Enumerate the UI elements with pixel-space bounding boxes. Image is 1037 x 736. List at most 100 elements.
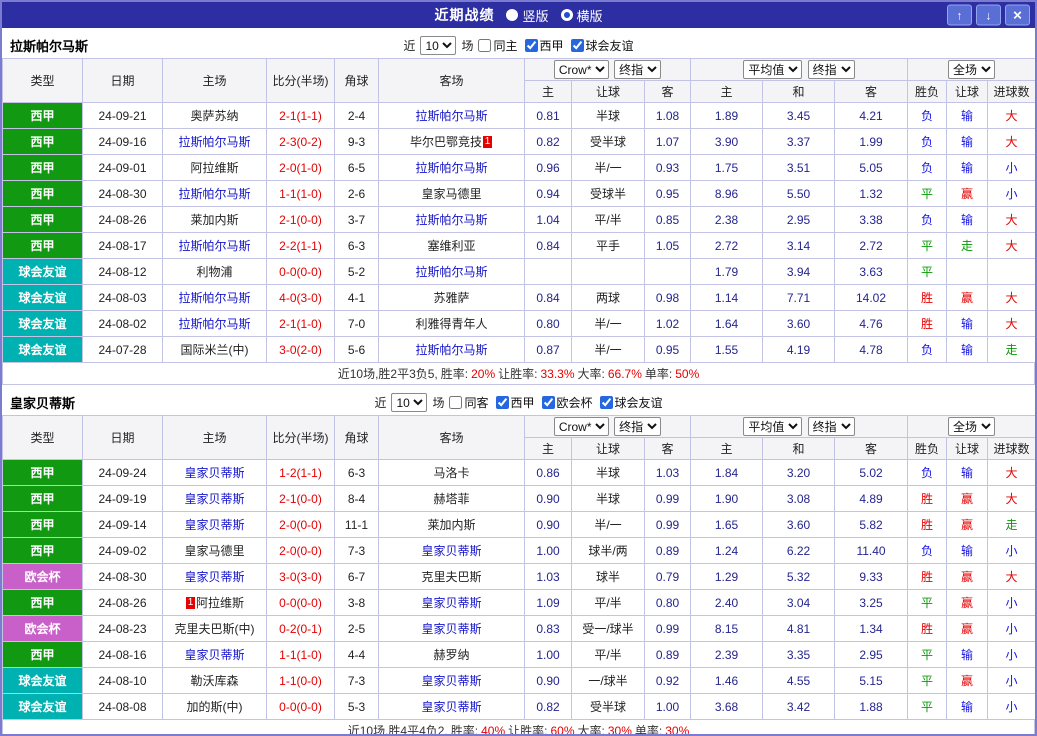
team-text: 皇家贝蒂斯 [184, 466, 244, 480]
results-table: 类型 日期 主场 比分(半场) 角球 客场 Crow* 终指 平均值 终指 [2, 58, 1036, 363]
bookmaker-select[interactable]: Crow* [554, 60, 609, 79]
match-type: 球会友谊 [3, 311, 83, 337]
odds-home: 1.00 [525, 642, 572, 668]
scope-select[interactable]: 全场 [948, 60, 995, 79]
sub-avg-away: 客 [835, 438, 908, 460]
odds-away: 0.80 [645, 590, 691, 616]
corner-score: 6-3 [335, 460, 379, 486]
handicap-result-cell: 输 [947, 103, 988, 129]
odds-home: 0.82 [525, 694, 572, 720]
team-name: 拉斯帕尔马斯 [10, 36, 88, 55]
scope-select[interactable]: 全场 [948, 417, 995, 436]
avg-home: 2.38 [691, 207, 763, 233]
checkbox-input[interactable] [571, 39, 584, 52]
col-corner: 角球 [335, 59, 379, 103]
avg-type-select[interactable]: 平均值 [743, 417, 802, 436]
match-score: 2-1(0-0) [267, 207, 335, 233]
away-team: 皇家贝蒂斯 [379, 694, 525, 720]
odds-stage-select[interactable]: 终指 [614, 60, 661, 79]
radio-label-vertical: 竖版 [522, 6, 548, 25]
odds-away: 0.98 [645, 285, 691, 311]
result-cell: 胜 [908, 512, 947, 538]
filter-checkbox-欧会杯[interactable]: 欧会杯 [542, 394, 593, 411]
avg-draw: 3.08 [763, 486, 835, 512]
team-text: 克里夫巴斯 [421, 570, 481, 584]
filter-checkbox-球会友谊[interactable]: 球会友谊 [600, 394, 663, 411]
match-date: 24-08-12 [83, 259, 163, 285]
team-text: 苏雅萨 [433, 291, 469, 305]
sub-goals: 进球数 [988, 81, 1036, 103]
handicap-result-cell: 输 [947, 155, 988, 181]
checkbox-input[interactable] [542, 396, 555, 409]
checkbox-input[interactable] [600, 396, 613, 409]
filter-checkbox-同客[interactable]: 同客 [449, 394, 488, 411]
team-text: 拉斯帕尔马斯 [415, 109, 487, 123]
recent-count-select[interactable]: 10 [420, 36, 456, 55]
home-team: 皇家贝蒂斯 [163, 460, 267, 486]
avg-stage-select[interactable]: 终指 [808, 60, 855, 79]
summary-stat-value: 50% [675, 367, 699, 381]
odds-stage-select[interactable]: 终指 [614, 417, 661, 436]
home-team: 拉斯帕尔马斯 [163, 181, 267, 207]
filter-checkbox-同主[interactable]: 同主 [478, 37, 517, 54]
result-cell: 胜 [908, 486, 947, 512]
layout-radio-horizontal[interactable]: 横版 [561, 6, 603, 25]
avg-home: 1.29 [691, 564, 763, 590]
avg-away: 1.34 [835, 616, 908, 642]
checkbox-input[interactable] [496, 396, 509, 409]
home-team: 皇家贝蒂斯 [163, 564, 267, 590]
match-date: 24-09-01 [83, 155, 163, 181]
result-cell: 平 [908, 181, 947, 207]
avg-draw: 3.51 [763, 155, 835, 181]
filter-checkbox-西甲[interactable]: 西甲 [525, 37, 564, 54]
avg-stage-select[interactable]: 终指 [808, 417, 855, 436]
avg-away: 9.33 [835, 564, 908, 590]
home-team: 拉斯帕尔马斯 [163, 311, 267, 337]
bookmaker-select[interactable]: Crow* [554, 417, 609, 436]
avg-away: 1.32 [835, 181, 908, 207]
home-team: 拉斯帕尔马斯 [163, 129, 267, 155]
match-score: 2-0(0-0) [267, 538, 335, 564]
checkbox-label: 欧会杯 [557, 394, 593, 411]
match-date: 24-08-30 [83, 181, 163, 207]
sub-result: 胜负 [908, 438, 947, 460]
checkbox-input[interactable] [449, 396, 462, 409]
checkbox-input[interactable] [525, 39, 538, 52]
scope-header: 全场 [908, 59, 1036, 81]
goals-result-cell: 大 [988, 285, 1036, 311]
corner-score: 7-0 [335, 311, 379, 337]
odds-away: 0.95 [645, 337, 691, 363]
handicap-result-cell: 赢 [947, 285, 988, 311]
filter-checkbox-西甲[interactable]: 西甲 [496, 394, 535, 411]
match-date: 24-08-10 [83, 668, 163, 694]
summary-stat-label: 单率: [635, 722, 662, 736]
avg-type-select[interactable]: 平均值 [743, 60, 802, 79]
checkbox-input[interactable] [478, 39, 491, 52]
team-text: 拉斯帕尔马斯 [178, 239, 250, 253]
home-team: 1阿拉维斯 [163, 590, 267, 616]
games-label: 场 [461, 37, 473, 54]
away-team: 拉斯帕尔马斯 [379, 207, 525, 233]
corner-score: 6-7 [335, 564, 379, 590]
layout-radio-vertical[interactable]: 竖版 [506, 6, 548, 25]
away-team: 拉斯帕尔马斯 [379, 103, 525, 129]
match-type: 球会友谊 [3, 337, 83, 363]
match-type: 西甲 [3, 642, 83, 668]
close-button[interactable]: ✕ [1005, 5, 1030, 26]
move-down-button[interactable]: ↓ [976, 5, 1001, 26]
filter-checkbox-球会友谊[interactable]: 球会友谊 [571, 37, 634, 54]
team-text: 皇家贝蒂斯 [421, 544, 481, 558]
recent-count-select[interactable]: 10 [391, 393, 427, 412]
odds-handicap: 半球 [572, 103, 645, 129]
home-team: 阿拉维斯 [163, 155, 267, 181]
goals-result-cell: 大 [988, 233, 1036, 259]
match-score: 0-0(0-0) [267, 694, 335, 720]
title-bar: 近期战绩 竖版 横版 ↑ ↓ ✕ [2, 2, 1035, 28]
avg-draw: 3.42 [763, 694, 835, 720]
match-type: 西甲 [3, 181, 83, 207]
move-up-button[interactable]: ↑ [947, 5, 972, 26]
odds-away: 0.99 [645, 486, 691, 512]
team-text: 赫罗纳 [433, 648, 469, 662]
odds-away: 0.79 [645, 564, 691, 590]
match-date: 24-09-21 [83, 103, 163, 129]
